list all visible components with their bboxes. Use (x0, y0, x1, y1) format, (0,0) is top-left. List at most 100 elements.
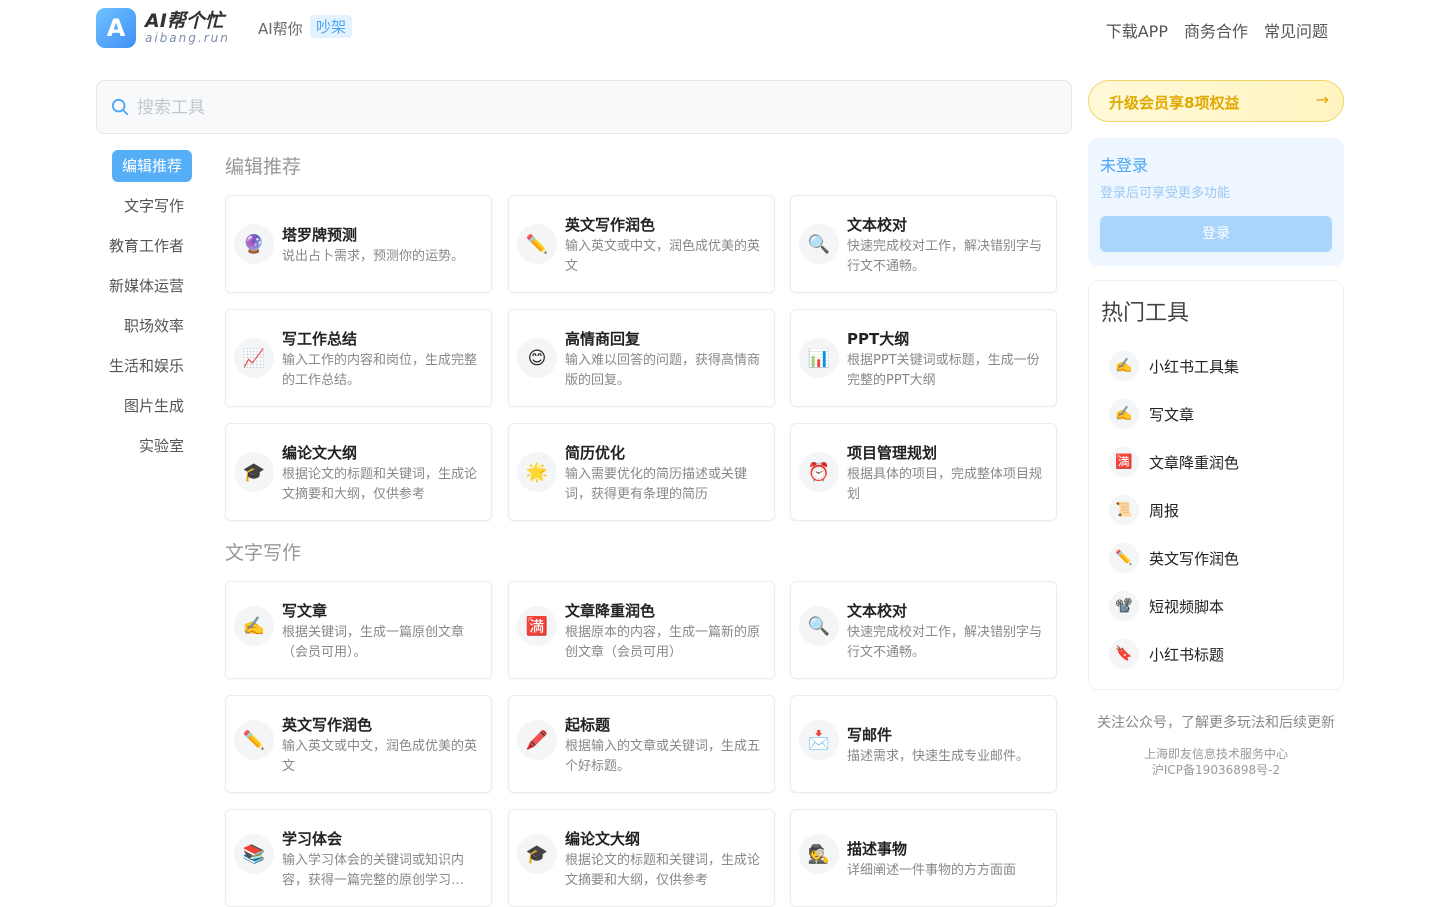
category-item[interactable]: 新媒体运营 (96, 270, 196, 302)
search-icon (111, 98, 129, 116)
tool-card-desc: 根据输入的文章或关键词，生成五个好标题。 (565, 739, 761, 774)
pencil-icon: ✏️ (517, 224, 557, 264)
category-item[interactable]: 实验室 (96, 430, 196, 462)
tool-card-desc: 根据论文的标题和关键词，生成论文摘要和大纲，仅供参考 (282, 467, 478, 502)
tool-card[interactable]: 🕵️ 描述事物 详细阐述一件事物的方方面面 (790, 809, 1057, 907)
tool-card-title: 学习体会 (282, 830, 343, 848)
full-mark-icon: 🈵 (1109, 447, 1139, 477)
nav-faq[interactable]: 常见问题 (1264, 18, 1328, 42)
tool-card[interactable]: 📚 学习体会 输入学习体会的关键词或知识内容，获得一篇完整的原创学习… (225, 809, 492, 907)
tool-card-desc: 根据关键词，生成一篇原创文章（会员可用）。 (282, 625, 465, 660)
tool-card[interactable]: ✍️ 写文章 根据关键词，生成一篇原创文章（会员可用）。 (225, 581, 492, 679)
category-item[interactable]: 文字写作 (96, 190, 196, 222)
category-item[interactable]: 图片生成 (96, 390, 196, 422)
section-title: 编辑推荐 (225, 156, 302, 178)
hot-tool-item[interactable]: ✍️ 写文章 (1109, 397, 1194, 431)
magnifier-icon: 🔍 (799, 224, 839, 264)
category-item[interactable]: 编辑推荐 (112, 150, 192, 182)
hot-tool-item[interactable]: ✍️ 小红书工具集 (1109, 349, 1239, 383)
tool-card-desc: 输入工作的内容和岗位，生成完整的工作总结。 (282, 353, 478, 388)
tool-card-title: PPT大纲 (847, 330, 910, 348)
top-nav: 下载APP 商务合作 常见问题 (1106, 18, 1328, 42)
graduation-cap-icon: 🎓 (234, 452, 274, 492)
tool-card[interactable]: 😊 高情商回复 输入难以回答的问题，获得高情商版的回复。 (508, 309, 775, 407)
logo-subtitle: aibang.run (145, 31, 230, 45)
pen-icon: 🖍️ (517, 720, 557, 760)
tool-card[interactable]: 🎓 编论文大纲 根据论文的标题和关键词，生成论文摘要和大纲，仅供参考 (225, 423, 492, 521)
chart-up-icon: 📈 (234, 338, 274, 378)
login-status: 未登录 (1100, 156, 1149, 175)
category-item[interactable]: 生活和娱乐 (96, 350, 196, 382)
search-input[interactable] (137, 93, 1037, 123)
logo-title[interactable]: AI帮个忙 (145, 6, 224, 33)
hot-tool-label: 短视频脚本 (1149, 597, 1225, 616)
hot-tool-label: 小红书工具集 (1149, 357, 1240, 376)
bookmark-icon: 🔖 (1109, 639, 1139, 669)
hot-tool-label: 写文章 (1149, 405, 1195, 424)
icp-number[interactable]: 沪ICP备19036898号-2 (1088, 762, 1344, 778)
upgrade-membership-button[interactable]: 升级会员享8项权益 → (1088, 80, 1344, 122)
tool-card-title: 高情商回复 (565, 330, 641, 348)
hot-tool-label: 小红书标题 (1149, 645, 1225, 664)
upgrade-label: 升级会员享8项权益 (1109, 94, 1240, 112)
tool-card-desc: 输入需要优化的简历描述或关键词，获得更有条理的简历 (565, 467, 748, 502)
nav-download-app[interactable]: 下载APP (1106, 18, 1168, 42)
film-icon: 📽️ (1109, 591, 1139, 621)
tool-card[interactable]: ✏️ 英文写作润色 输入英文或中文，润色成优美的英文 (508, 195, 775, 293)
arrow-right-icon: → (1315, 90, 1329, 109)
tool-card[interactable]: 📩 写邮件 描述需求，快速生成专业邮件。 (790, 695, 1057, 793)
tool-card[interactable]: 🔍 文本校对 快速完成校对工作，解决错别字与行文不通畅。 (790, 581, 1057, 679)
detective-icon: 🕵️ (799, 834, 839, 874)
hot-tool-item[interactable]: 📜 周报 (1109, 493, 1179, 527)
tool-card[interactable]: 🎓 编论文大纲 根据论文的标题和关键词，生成论文摘要和大纲，仅供参考 (508, 809, 775, 907)
tool-card-title: 塔罗牌预测 (282, 226, 358, 244)
bar-chart-icon: 📊 (799, 338, 839, 378)
search-bar (96, 80, 1072, 134)
tool-card[interactable]: 🔍 文本校对 快速完成校对工作，解决错别字与行文不通畅。 (790, 195, 1057, 293)
category-item[interactable]: 教育工作者 (96, 230, 196, 262)
sparkle-icon: 🌟 (517, 452, 557, 492)
category-item[interactable]: 职场效率 (96, 310, 196, 342)
scroll-icon: 📜 (1109, 495, 1139, 525)
header: A AI帮个忙 aibang.run AI帮你 吵架 下载APP 商务合作 常见… (0, 0, 1440, 60)
hot-tools-panel: 热门工具 ✍️ 小红书工具集 ✍️ 写文章 🈵 文章降重润色 📜 周报 ✏️ 英… (1088, 280, 1344, 690)
tool-card-desc: 详细阐述一件事物的方方面面 (847, 863, 1017, 878)
tool-card-title: 描述事物 (847, 840, 908, 858)
alarm-clock-icon: ⏰ (799, 452, 839, 492)
tool-card-title: 文本校对 (847, 216, 908, 234)
follow-notice: 关注公众号，了解更多玩法和后续更新 (1097, 715, 1335, 731)
tool-card-desc: 根据原本的内容，生成一篇新的原创文章（会员可用） (565, 625, 761, 660)
tool-card[interactable]: 🖍️ 起标题 根据输入的文章或关键词，生成五个好标题。 (508, 695, 775, 793)
tool-card[interactable]: ✏️ 英文写作润色 输入英文或中文，润色成优美的英文 (225, 695, 492, 793)
category-nav: 编辑推荐 文字写作 教育工作者 新媒体运营 职场效率 生活和娱乐 图片生成 实验… (96, 150, 196, 470)
login-button[interactable]: 登录 (1100, 216, 1332, 252)
tool-card[interactable]: 📈 写工作总结 输入工作的内容和岗位，生成完整的工作总结。 (225, 309, 492, 407)
login-hint: 登录后可享受更多功能 (1100, 186, 1231, 201)
tool-card-title: 简历优化 (565, 444, 626, 462)
tool-card-title: 写邮件 (847, 726, 893, 744)
pencil-icon: ✏️ (234, 720, 274, 760)
tool-card-desc: 快速完成校对工作，解决错别字与行文不通畅。 (847, 625, 1043, 660)
graduation-cap-icon: 🎓 (517, 834, 557, 874)
tool-card-title: 英文写作润色 (282, 716, 373, 734)
hot-tool-label: 周报 (1149, 501, 1180, 520)
tool-card[interactable]: 📊 PPT大纲 根据PPT关键词或标题，生成一份完整的PPT大纲 (790, 309, 1057, 407)
hot-tool-item[interactable]: 📽️ 短视频脚本 (1109, 589, 1224, 623)
tool-card[interactable]: 🔮 塔罗牌预测 说出占卜需求，预测你的运势。 (225, 195, 492, 293)
nav-business[interactable]: 商务合作 (1184, 18, 1248, 42)
tool-card-title: 写工作总结 (282, 330, 358, 348)
tool-card[interactable]: ⏰ 项目管理规划 根据具体的项目，完成整体项目规划 (790, 423, 1057, 521)
full-mark-icon: 🈵 (517, 606, 557, 646)
magnifier-icon: 🔍 (799, 606, 839, 646)
books-icon: 📚 (234, 834, 274, 874)
logo-icon[interactable]: A (96, 8, 136, 48)
hot-tool-item[interactable]: ✏️ 英文写作润色 (1109, 541, 1239, 575)
hot-tool-item[interactable]: 🈵 文章降重润色 (1109, 445, 1239, 479)
tool-card[interactable]: 🈵 文章降重润色 根据原本的内容，生成一篇新的原创文章（会员可用） (508, 581, 775, 679)
company-info: 上海即友信息技术服务中心 沪ICP备19036898号-2 (1088, 746, 1344, 778)
tool-card-title: 英文写作润色 (565, 216, 656, 234)
tool-card-desc: 快速完成校对工作，解决错别字与行文不通畅。 (847, 239, 1043, 274)
tool-card[interactable]: 🌟 简历优化 输入需要优化的简历描述或关键词，获得更有条理的简历 (508, 423, 775, 521)
hot-tool-item[interactable]: 🔖 小红书标题 (1109, 637, 1224, 671)
tool-card-title: 编论文大纲 (565, 830, 641, 848)
